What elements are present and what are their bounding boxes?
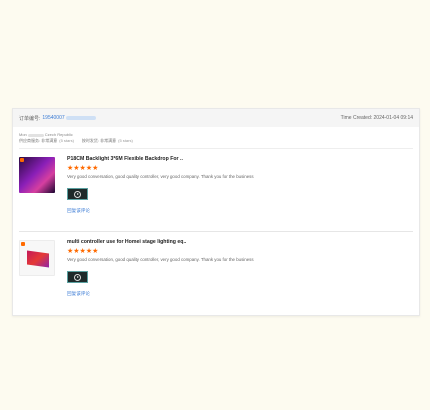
product-title[interactable]: P18CM Backlight 3*6M Flexible Backdrop F… <box>67 156 413 162</box>
review-item: multi controller use for Homei stage lig… <box>19 231 413 314</box>
review-content: P18CM Backlight 3*6M Flexible Backdrop F… <box>67 156 413 214</box>
reply-review-link[interactable]: 回复该评论 <box>67 291 407 297</box>
order-number-label: 订单编号: <box>19 115 41 122</box>
page: 订单编号: 19540007 Time Created: 2024-01-04 … <box>0 0 430 410</box>
video-thumbnail[interactable] <box>67 188 88 200</box>
service-rating: 供应商服务: 非常满意 (5 stars) <box>19 138 74 144</box>
ontime-rating-stars: (5 stars) <box>118 138 133 143</box>
ontime-rating: 按时发货: 非常满意 (5 stars) <box>82 138 133 144</box>
review-comment: Very good conversation, good quality con… <box>67 174 254 179</box>
order-review-card: 订单编号: 19540007 Time Created: 2024-01-04 … <box>12 108 420 316</box>
service-rating-label: 供应商服务: 非常满意 <box>19 138 58 143</box>
order-number-link[interactable]: 19540007 <box>42 115 64 121</box>
review-item: P18CM Backlight 3*6M Flexible Backdrop F… <box>13 149 419 231</box>
ontime-rating-label: 按时发货: 非常满意 <box>81 138 117 143</box>
product-title[interactable]: multi controller use for Homei stage lig… <box>67 239 407 245</box>
order-header: 订单编号: 19540007 Time Created: 2024-01-04 … <box>13 109 419 127</box>
buyer-meta: Mon Czech Republic 供应商服务: 非常满意 (5 stars) … <box>13 127 419 144</box>
supplier-ratings: 供应商服务: 非常满意 (5 stars) 按时发货: 非常满意 (5 stars) <box>19 138 413 144</box>
review-content: multi controller use for Homei stage lig… <box>67 239 407 297</box>
star-rating: ★★★★★ <box>67 248 99 255</box>
star-rating: ★★★★★ <box>67 165 99 172</box>
thumbnail-badge <box>21 242 25 246</box>
product-thumbnail[interactable] <box>19 240 55 276</box>
buyer-name-redacted <box>27 133 44 137</box>
reply-review-link[interactable]: 回复该评论 <box>67 208 413 214</box>
service-rating-stars: (5 stars) <box>59 138 74 143</box>
play-icon <box>74 273 81 281</box>
thumbnail-badge <box>20 158 24 162</box>
review-comment: Very good conversation, good quality con… <box>67 257 254 262</box>
play-icon <box>74 190 81 198</box>
led-panel-image <box>27 250 49 268</box>
order-number: 订单编号: 19540007 <box>19 115 96 122</box>
product-thumbnail[interactable] <box>19 157 55 193</box>
order-number-redacted <box>65 116 96 120</box>
video-thumbnail[interactable] <box>67 271 88 283</box>
time-created: Time Created: 2024-01-04 09:14 <box>340 115 413 121</box>
